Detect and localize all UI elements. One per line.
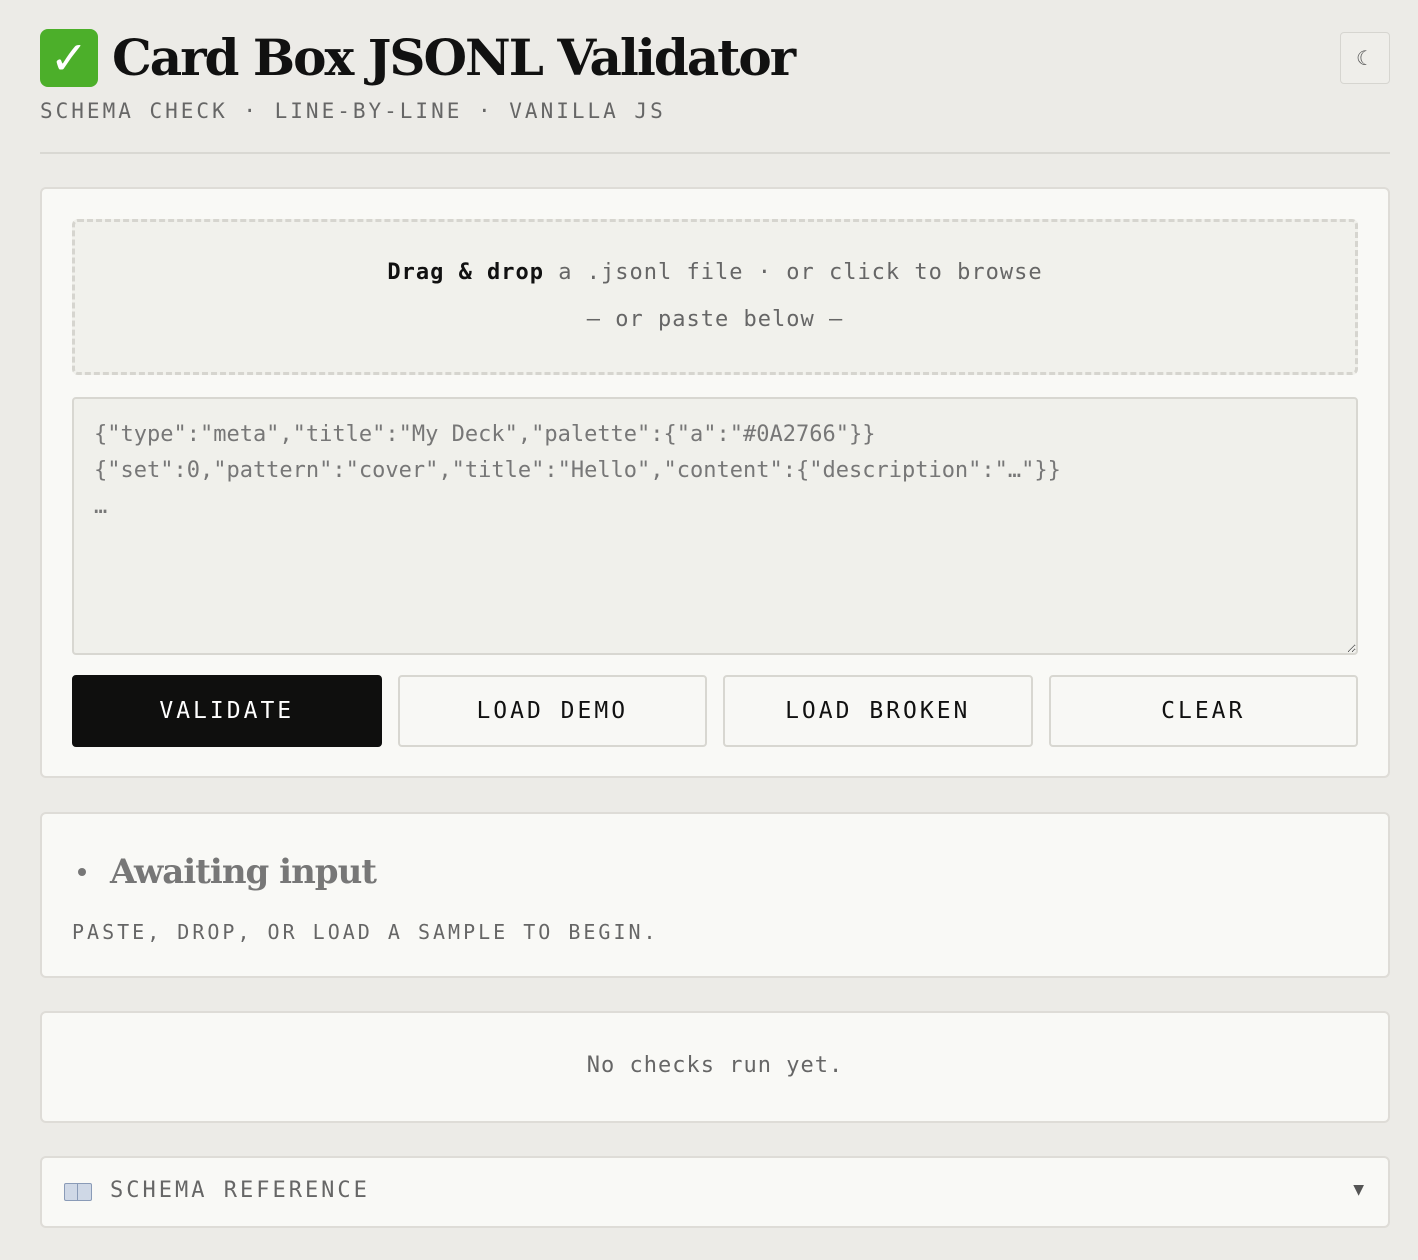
status-title: Awaiting input [110, 852, 377, 892]
file-dropzone[interactable]: Drag & drop a .jsonl file · or click to … [72, 219, 1358, 375]
schema-reference-row: SCHEMA REFERENCE [64, 1178, 370, 1203]
page-title: Card Box JSONL Validator [112, 28, 796, 87]
jsonl-input[interactable] [72, 397, 1358, 655]
status-subtitle: PASTE, DROP, OR LOAD A SAMPLE TO BEGIN. [72, 920, 659, 944]
header: ✓ Card Box JSONL Validator SCHEMA CHECK … [40, 28, 1390, 153]
schema-reference-label: SCHEMA REFERENCE [110, 1178, 370, 1203]
chevron-down-icon: ▼ [1353, 1182, 1364, 1198]
status-dot-icon [78, 868, 86, 876]
dropzone-strong-text: Drag & drop [387, 260, 545, 285]
load-demo-button[interactable]: LOAD DEMO [397, 675, 707, 747]
book-icon [64, 1181, 92, 1201]
title-row: ✓ Card Box JSONL Validator [40, 28, 1390, 87]
input-card: Drag & drop a .jsonl file · or click to … [40, 187, 1390, 778]
dropzone-text: a .jsonl file · or click to browse [544, 260, 1043, 285]
results-card: No checks run yet. [40, 1011, 1390, 1123]
status-card: Awaiting input PASTE, DROP, OR LOAD A SA… [40, 812, 1390, 978]
load-broken-button[interactable]: LOAD BROKEN [723, 675, 1033, 747]
page: ✓ Card Box JSONL Validator SCHEMA CHECK … [0, 0, 1418, 1260]
page-subtitle: SCHEMA CHECK · LINE-BY-LINE · VANILLA JS [40, 99, 666, 123]
dropzone-paste-hint: — or paste below — [586, 307, 844, 332]
header-divider [40, 152, 1390, 154]
check-mark-icon: ✓ [40, 28, 98, 87]
action-buttons: VALIDATE LOAD DEMO LOAD BROKEN CLEAR [72, 675, 1358, 747]
schema-reference-toggle[interactable]: SCHEMA REFERENCE ▼ [40, 1156, 1390, 1228]
clear-button[interactable]: CLEAR [1048, 675, 1358, 747]
dropzone-instructions: Drag & drop a .jsonl file · or click to … [75, 260, 1355, 285]
moon-icon: ☾ [1356, 47, 1374, 70]
theme-toggle-button[interactable]: ☾ [1340, 32, 1390, 84]
validate-button[interactable]: VALIDATE [72, 675, 382, 747]
status-row: Awaiting input [78, 852, 377, 892]
results-empty-text: No checks run yet. [586, 1053, 844, 1078]
